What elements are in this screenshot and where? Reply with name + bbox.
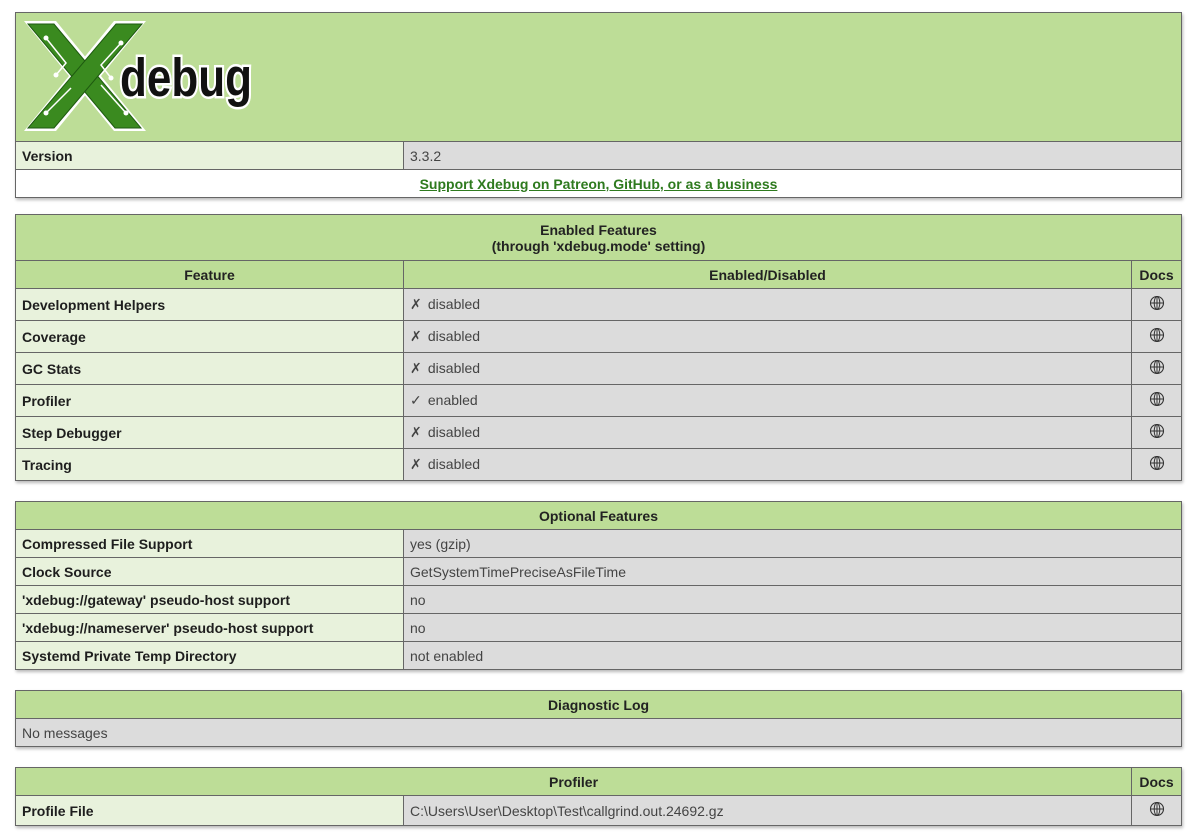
enabled-features-title-line1: Enabled Features xyxy=(540,221,657,238)
feature-row: Tracing ✗ disabled xyxy=(15,448,1182,481)
optional-feature-value: GetSystemTimePreciseAsFileTime xyxy=(403,557,1182,586)
globe-icon[interactable] xyxy=(1149,801,1165,820)
feature-status: ✗ disabled xyxy=(403,448,1132,481)
version-value: 3.3.2 xyxy=(403,141,1182,170)
globe-icon-svg xyxy=(1149,327,1164,343)
optional-feature-row: Clock Source GetSystemTimePreciseAsFileTi… xyxy=(15,557,1182,586)
docs-cell xyxy=(1131,320,1182,353)
xdebug-info-table: debug debug Version 3.3.2 Support Xdebug… xyxy=(15,12,1182,198)
optional-feature-name: 'xdebug://gateway' pseudo-host support xyxy=(15,585,404,614)
feature-status-mark: ✗ xyxy=(410,360,422,376)
globe-icon-svg xyxy=(1149,391,1164,407)
enabled-features-title-line2: (through 'xdebug.mode' setting) xyxy=(491,237,706,254)
optional-feature-row: Systemd Private Temp Directory not enable… xyxy=(15,641,1182,670)
docs-cell xyxy=(1131,448,1182,481)
support-row: Support Xdebug on Patreon, GitHub, or as… xyxy=(15,169,1182,198)
support-link[interactable]: Support Xdebug on Patreon, GitHub, or as… xyxy=(420,176,778,192)
docs-cell xyxy=(1131,416,1182,449)
globe-icon-svg xyxy=(1149,295,1164,311)
feature-status-mark: ✗ xyxy=(410,328,422,344)
optional-feature-row: 'xdebug://gateway' pseudo-host support no xyxy=(15,585,1182,614)
feature-row: GC Stats ✗ disabled xyxy=(15,352,1182,385)
profile-file-value: C:\Users\User\Desktop\Test\callgrind.out… xyxy=(402,795,1133,826)
feature-name: GC Stats xyxy=(15,352,404,385)
svg-text:debug: debug xyxy=(120,48,252,108)
version-label: Version xyxy=(15,141,404,170)
feature-status-mark: ✓ xyxy=(410,392,422,408)
feature-name: Development Helpers xyxy=(15,288,404,321)
optional-feature-value: yes (gzip) xyxy=(403,529,1182,558)
feature-name: Step Debugger xyxy=(15,416,404,449)
feature-status: ✗ disabled xyxy=(403,416,1132,449)
optional-feature-row: Compressed File Support yes (gzip) xyxy=(15,529,1182,558)
optional-feature-row: 'xdebug://nameserver' pseudo-host suppor… xyxy=(15,613,1182,642)
optional-feature-value: not enabled xyxy=(403,641,1182,670)
globe-icon-svg xyxy=(1149,359,1164,375)
feature-status-text: disabled xyxy=(427,328,481,344)
globe-icon-svg xyxy=(1149,801,1164,817)
profiler-docs-cell xyxy=(1131,795,1182,826)
feature-status-text: disabled xyxy=(427,360,481,376)
logo-banner: debug debug xyxy=(15,12,1182,142)
feature-name: Coverage xyxy=(15,320,404,353)
feature-status-text: enabled xyxy=(427,392,478,408)
optional-features-title: Optional Features xyxy=(15,501,1182,530)
feature-status: ✗ disabled xyxy=(403,288,1132,321)
profiler-title: Profiler xyxy=(14,767,1133,796)
optional-features-table: Optional Features Compressed File Suppor… xyxy=(15,501,1182,670)
feature-row: Coverage ✗ disabled xyxy=(15,320,1182,353)
optional-feature-value: no xyxy=(403,613,1182,642)
feature-row: Profiler ✓ enabled xyxy=(15,384,1182,417)
globe-icon[interactable] xyxy=(1149,295,1165,314)
feature-name: Profiler xyxy=(15,384,404,417)
optional-feature-name: Clock Source xyxy=(15,557,404,586)
optional-feature-value: no xyxy=(403,585,1182,614)
diagnostic-log-message: No messages xyxy=(15,718,1182,747)
col-header-docs: Docs xyxy=(1131,260,1182,289)
feature-name: Tracing xyxy=(15,448,404,481)
diagnostic-log-table: Diagnostic Log No messages xyxy=(15,690,1182,747)
globe-icon[interactable] xyxy=(1149,391,1165,410)
globe-icon[interactable] xyxy=(1149,423,1165,442)
globe-icon-svg xyxy=(1149,455,1164,471)
profiler-col-docs: Docs xyxy=(1131,767,1182,796)
feature-status-mark: ✗ xyxy=(410,296,422,312)
profiler-table: Profiler Docs Profile File C:\Users\User… xyxy=(14,767,1182,826)
globe-icon[interactable] xyxy=(1149,455,1165,474)
feature-status-mark: ✗ xyxy=(410,456,422,472)
col-header-feature: Feature xyxy=(15,260,404,289)
feature-status-text: disabled xyxy=(427,296,481,312)
globe-icon[interactable] xyxy=(1149,327,1165,346)
feature-status: ✓ enabled xyxy=(403,384,1132,417)
docs-cell xyxy=(1131,288,1182,321)
feature-status-mark: ✗ xyxy=(410,424,422,440)
feature-status: ✗ disabled xyxy=(403,320,1132,353)
feature-row: Step Debugger ✗ disabled xyxy=(15,416,1182,449)
globe-icon-svg xyxy=(1149,423,1164,439)
enabled-features-table: Enabled Features (through 'xdebug.mode' … xyxy=(15,214,1182,481)
enabled-features-title: Enabled Features (through 'xdebug.mode' … xyxy=(15,214,1182,261)
col-header-status: Enabled/Disabled xyxy=(403,260,1132,289)
profile-file-label: Profile File xyxy=(15,795,404,826)
docs-cell xyxy=(1131,384,1182,417)
feature-status: ✗ disabled xyxy=(403,352,1132,385)
globe-icon[interactable] xyxy=(1149,359,1165,378)
optional-feature-name: Systemd Private Temp Directory xyxy=(15,641,404,670)
optional-feature-name: Compressed File Support xyxy=(15,529,404,558)
optional-feature-name: 'xdebug://nameserver' pseudo-host suppor… xyxy=(15,613,404,642)
xdebug-logo: debug debug xyxy=(24,21,255,131)
feature-row: Development Helpers ✗ disabled xyxy=(15,288,1182,321)
feature-status-text: disabled xyxy=(427,456,481,472)
diagnostic-log-title: Diagnostic Log xyxy=(15,690,1182,719)
feature-status-text: disabled xyxy=(427,424,481,440)
docs-cell xyxy=(1131,352,1182,385)
